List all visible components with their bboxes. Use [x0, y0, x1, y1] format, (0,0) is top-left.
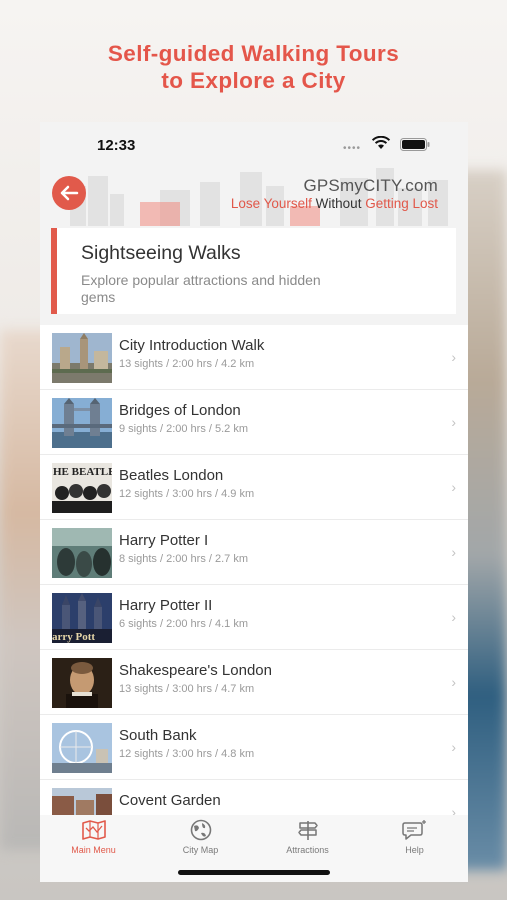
tour-row-south-bank[interactable]: South Bank 12 sights / 3:00 hrs / 4.8 km…	[40, 715, 468, 780]
tour-row-bridges[interactable]: Bridges of London 9 sights / 2:00 hrs / …	[40, 390, 468, 455]
chevron-right-icon: ›	[451, 544, 456, 560]
back-button[interactable]	[52, 176, 86, 210]
tour-meta: 9 sights / 2:00 hrs / 5.2 km	[119, 423, 249, 435]
tour-title: City Introduction Walk	[119, 337, 265, 354]
tour-meta: 12 sights / 3:00 hrs / 4.8 km	[119, 748, 255, 760]
tagline-part2: Without	[311, 196, 366, 211]
phone-screen: 12:33 •••• GPSmyCITY.com Lose Yourself W…	[40, 122, 468, 882]
chevron-right-icon: ›	[451, 479, 456, 495]
tour-thumbnail	[52, 788, 112, 815]
tour-thumbnail	[52, 658, 112, 708]
battery-icon	[400, 138, 430, 151]
globe-icon	[190, 819, 211, 841]
tour-list: City Introduction Walk 13 sights / 2:00 …	[40, 325, 468, 815]
promo-headline-line2: to Explore a City	[161, 68, 346, 93]
tagline-part1: Lose Yourself	[230, 196, 312, 211]
signpost-icon	[297, 821, 318, 840]
tour-thumbnail	[52, 333, 112, 383]
tour-title: Beatles London	[119, 467, 224, 484]
chevron-right-icon: ›	[451, 804, 456, 815]
tab-attractions[interactable]: Attractions	[254, 819, 361, 855]
brand-tagline: Lose Yourself Without Getting Lost	[231, 196, 438, 211]
tour-thumbnail	[52, 528, 112, 578]
chevron-right-icon: ›	[451, 414, 456, 430]
thumbnail-caption: arry Pott	[52, 631, 95, 643]
arrow-left-icon	[60, 185, 79, 201]
promo-headline-line1: Self-guided Walking Tours	[107, 41, 400, 66]
tour-title: Covent Garden	[119, 792, 221, 809]
status-bar: 12:33 ••••	[40, 122, 468, 168]
tab-main-menu[interactable]: Main Menu	[40, 819, 147, 855]
tab-city-map[interactable]: City Map	[147, 819, 254, 855]
tagline-part3: Getting Lost	[365, 196, 438, 211]
section-title: Sightseeing Walks	[81, 242, 241, 264]
tour-row-harry-potter-2[interactable]: arry Pott Harry Potter II 6 sights / 2:0…	[40, 585, 468, 650]
tour-row-shakespeare[interactable]: Shakespeare's London 13 sights / 3:00 hr…	[40, 650, 468, 715]
chat-bubble-icon	[401, 820, 426, 840]
tour-meta: 13 sights / 3:00 hrs / 4.7 km	[119, 683, 255, 695]
tour-thumbnail: arry Pott	[52, 593, 112, 643]
tour-row-harry-potter-1[interactable]: Harry Potter I 8 sights / 2:00 hrs / 2.7…	[40, 520, 468, 585]
brand-name: GPSmyCITY.com	[303, 176, 438, 195]
tour-meta: 8 sights / 2:00 hrs / 2.7 km	[119, 553, 249, 565]
promo-headline: Self-guided Walking Tours to Explore a C…	[0, 40, 507, 94]
tab-label: Attractions	[286, 845, 329, 855]
tour-row-city-introduction[interactable]: City Introduction Walk 13 sights / 2:00 …	[40, 325, 468, 390]
section-subtitle: Explore popular attractions and hidden g…	[81, 272, 321, 305]
tour-title: Bridges of London	[119, 402, 241, 419]
section-header-card: Sightseeing Walks Explore popular attrac…	[51, 228, 456, 314]
home-indicator[interactable]	[178, 870, 330, 875]
tour-title: Harry Potter I	[119, 532, 209, 549]
tab-label: City Map	[182, 845, 219, 855]
tab-label: Main Menu	[71, 845, 116, 855]
tour-row-beatles[interactable]: HE BEATLE Beatles London 12 sights / 3:0…	[40, 455, 468, 520]
tour-meta: 6 sights / 2:00 hrs / 4.1 km	[119, 618, 249, 630]
signal-dots-icon: ••••	[343, 143, 362, 154]
tour-row-covent-garden[interactable]: Covent Garden ›	[40, 780, 468, 815]
map-icon	[81, 820, 106, 840]
tab-label: Help	[405, 845, 424, 855]
tour-title: Shakespeare's London	[119, 662, 272, 679]
chevron-right-icon: ›	[451, 349, 456, 365]
tour-title: Harry Potter II	[119, 597, 213, 614]
chevron-right-icon: ›	[451, 674, 456, 690]
thumbnail-caption: HE BEATLE	[53, 466, 112, 478]
tour-thumbnail: HE BEATLE	[52, 463, 112, 513]
wifi-icon	[371, 136, 391, 149]
tour-thumbnail	[52, 398, 112, 448]
chevron-right-icon: ›	[451, 739, 456, 755]
status-time: 12:33	[97, 137, 136, 154]
tour-meta: 12 sights / 3:00 hrs / 4.9 km	[119, 488, 255, 500]
tour-thumbnail	[52, 723, 112, 773]
tab-help[interactable]: Help	[361, 819, 468, 855]
chevron-right-icon: ›	[451, 609, 456, 625]
tour-title: South Bank	[119, 727, 197, 744]
app-header: GPSmyCITY.com Lose Yourself Without Gett…	[40, 168, 468, 226]
tour-meta: 13 sights / 2:00 hrs / 4.2 km	[119, 358, 255, 370]
